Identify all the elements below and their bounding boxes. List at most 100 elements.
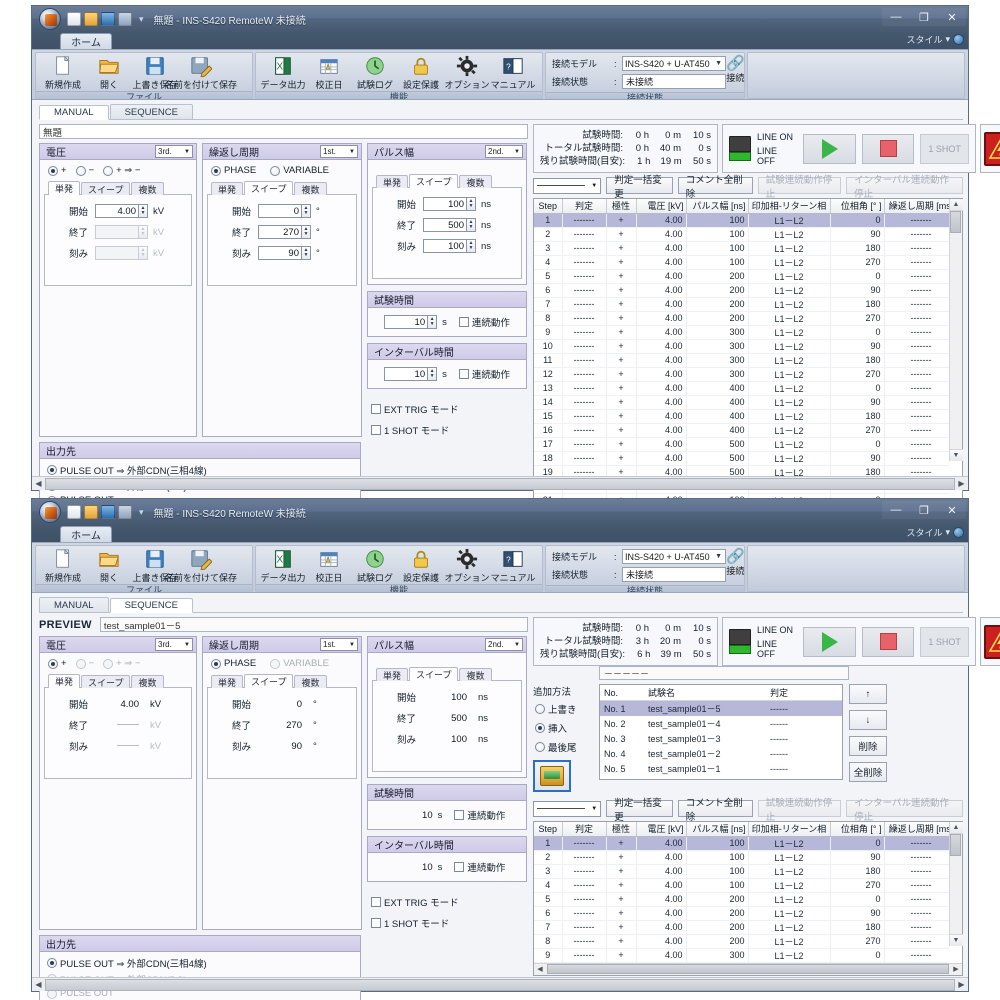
table-cell[interactable]: L1－L2: [748, 213, 831, 228]
list-item[interactable]: No. 4 test_sample01－2 ------: [600, 746, 842, 761]
table-row[interactable]: 8 ------- +4.00 200 L1－L2 270 -------: [534, 311, 949, 326]
sequence-name-field[interactable]: －－－－－: [599, 666, 849, 680]
one-shot-mode-checkbox[interactable]: 1 SHOT モード: [371, 423, 527, 437]
ribbon-data-export-button[interactable]: X データ出力: [261, 547, 306, 584]
style-dropdown-icon[interactable]: ▾: [945, 34, 950, 45]
repeat-end-input[interactable]: 270: [258, 225, 302, 239]
connection-model-combo[interactable]: INS-S420 + U-AT450 ▼: [622, 56, 726, 71]
table-cell[interactable]: 2: [534, 227, 563, 242]
voltage-polarity-both[interactable]: + ⇒ −: [103, 165, 140, 176]
list-cell[interactable]: test_sample01－3: [644, 731, 766, 746]
output-option-cdn-3p4w[interactable]: PULSE OUT ⇒ 外部CDN(三相4線): [47, 463, 354, 477]
table-cell[interactable]: 16: [534, 423, 563, 438]
table-cell[interactable]: 300: [686, 367, 749, 382]
ribbon-options-button[interactable]: オプション: [445, 547, 490, 584]
table-cell[interactable]: 90: [830, 283, 885, 298]
delete-all-button[interactable]: 全削除: [849, 762, 887, 782]
col-polarity[interactable]: 極性: [606, 199, 637, 214]
table-cell[interactable]: 4.00: [636, 255, 687, 270]
ribbon-new-button[interactable]: 新規作成: [41, 54, 85, 91]
interval-time-spinner[interactable]: ▲ ▼: [428, 367, 438, 381]
list-item[interactable]: No. 5 test_sample01－1 ------: [600, 761, 842, 776]
table-cell[interactable]: 4.00: [636, 395, 687, 410]
voltage-subtab-multi[interactable]: 複数: [131, 182, 164, 195]
table-cell[interactable]: -------: [884, 409, 949, 424]
table-cell[interactable]: -------: [884, 227, 949, 242]
table-cell[interactable]: -------: [884, 451, 949, 466]
open-folder-icon[interactable]: [84, 12, 98, 26]
table-cell[interactable]: 90: [830, 339, 885, 354]
table-cell[interactable]: -------: [884, 920, 949, 935]
stop-button[interactable]: [861, 133, 915, 164]
table-cell[interactable]: 4.00: [636, 339, 687, 354]
ribbon-open-button[interactable]: 開く: [87, 54, 131, 91]
table-row[interactable]: 6 ------- +4.00 200 L1－L2 90 -------: [534, 283, 949, 298]
table-row[interactable]: 6 ------- +4.00 200 L1－L2 90 -------: [534, 906, 949, 921]
col-repeat-period[interactable]: 繰返し周期 [ms]: [884, 199, 949, 214]
list-cell[interactable]: ------: [766, 746, 842, 761]
minimize-button[interactable]: —: [882, 501, 910, 519]
table-cell[interactable]: L1－L2: [748, 395, 831, 410]
table-cell[interactable]: 1: [534, 836, 563, 851]
judge-bulk-change-button-bottom[interactable]: 判定一括変更: [606, 798, 673, 823]
table-cell[interactable]: 5: [534, 892, 563, 907]
interval-time-input[interactable]: 10: [384, 367, 429, 381]
table-cell[interactable]: 200: [686, 934, 749, 949]
table-cell[interactable]: -------: [562, 864, 607, 879]
add-method-insert[interactable]: 挿入: [535, 721, 593, 735]
table-cell[interactable]: -------: [884, 297, 949, 312]
table-cell[interactable]: 200: [686, 920, 749, 935]
list-cell[interactable]: No. 5: [600, 761, 644, 776]
table-cell[interactable]: +: [606, 850, 637, 865]
table-cell[interactable]: 4.00: [636, 241, 687, 256]
table-cell[interactable]: 100: [686, 241, 749, 256]
pulse-subtab-single[interactable]: 単発: [376, 175, 409, 188]
scroll-up-icon[interactable]: ▲: [949, 822, 963, 834]
ribbon-manual-button[interactable]: ? マニュアル: [491, 547, 535, 584]
table-cell[interactable]: 12: [534, 367, 563, 382]
scroll-up-icon[interactable]: ▲: [949, 199, 963, 211]
new-icon[interactable]: [67, 12, 81, 26]
table-cell[interactable]: -------: [884, 850, 949, 865]
table-cell[interactable]: 0: [830, 213, 885, 228]
col-phase[interactable]: 印加相-リターン相: [748, 822, 831, 837]
table-row[interactable]: 2 ------- +4.00 100 L1－L2 90 -------: [534, 850, 949, 865]
voltage-polarity-minus[interactable]: −: [75, 165, 94, 176]
qat-dropdown-icon[interactable]: ▾: [139, 507, 144, 518]
table-cell[interactable]: -------: [884, 892, 949, 907]
connect-button[interactable]: 🔗 接続: [726, 56, 745, 92]
table-cell[interactable]: L1－L2: [748, 339, 831, 354]
table-row[interactable]: 14 ------- +4.00 400 L1－L2 90 -------: [534, 395, 949, 410]
floppy-save-icon[interactable]: [101, 505, 115, 519]
repeat-subtab-single[interactable]: 単発: [211, 182, 244, 195]
table-cell[interactable]: 90: [830, 850, 885, 865]
table-cell[interactable]: 4.00: [636, 948, 687, 963]
table-cell[interactable]: 270: [830, 367, 885, 382]
table-cell[interactable]: -------: [884, 906, 949, 921]
table-cell[interactable]: 400: [686, 409, 749, 424]
table-cell[interactable]: 0: [830, 948, 885, 963]
document-title-field[interactable]: 無題: [39, 124, 528, 139]
window-scroll-right-icon[interactable]: ▶: [955, 978, 968, 991]
table-cell[interactable]: 4.00: [636, 906, 687, 921]
close-button[interactable]: ✕: [938, 8, 966, 26]
voltage-subtab-single[interactable]: 単発: [48, 181, 81, 195]
table-cell[interactable]: +: [606, 878, 637, 893]
close-button[interactable]: ✕: [938, 501, 966, 519]
table-cell[interactable]: L1－L2: [748, 878, 831, 893]
table-cell[interactable]: 100: [686, 864, 749, 879]
table-cell[interactable]: L1－L2: [748, 920, 831, 935]
window-hscrollbar-top[interactable]: ◀ ▶: [32, 476, 968, 490]
window-scroll-left-icon[interactable]: ◀: [32, 978, 45, 991]
table-row[interactable]: 11 ------- +4.00 300 L1－L2 180 -------: [534, 353, 949, 368]
table-cell[interactable]: +: [606, 353, 637, 368]
table-cell[interactable]: L1－L2: [748, 283, 831, 298]
window-hscroll-thumb[interactable]: [45, 477, 955, 490]
table-cell[interactable]: 7: [534, 920, 563, 935]
qat-dropdown-icon[interactable]: ▾: [139, 14, 144, 25]
table-cell[interactable]: +: [606, 864, 637, 879]
ribbon-manual-button[interactable]: ? マニュアル: [491, 54, 535, 91]
list-item[interactable]: No. 2 test_sample01－4 ------: [600, 716, 842, 731]
line-lamp-icon[interactable]: [729, 136, 751, 161]
table-row[interactable]: 16 ------- +4.00 400 L1－L2 270 -------: [534, 423, 949, 438]
